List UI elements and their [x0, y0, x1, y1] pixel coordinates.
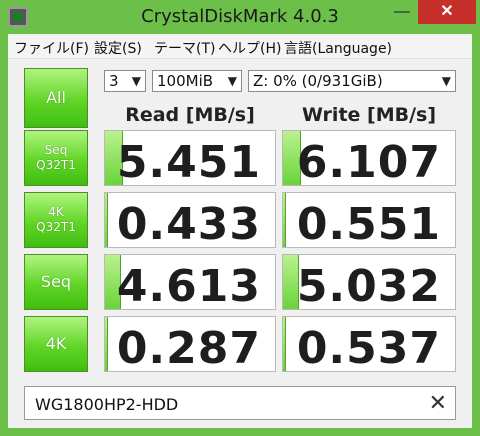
result-write-4k: 0.537	[282, 316, 456, 372]
size-value: 100MiB	[157, 72, 214, 90]
result-read-seq: 4.613	[104, 254, 276, 310]
run-all-button[interactable]: All	[24, 68, 88, 128]
menu-file[interactable]: ファイル(F)	[14, 38, 89, 58]
menu-language[interactable]: 言語(Language)	[284, 38, 392, 58]
menu-settings[interactable]: 設定(S)	[94, 38, 142, 58]
minimize-button[interactable]: —	[386, 0, 418, 24]
read-value: 4.613	[116, 261, 261, 310]
drive-value: Z: 0% (0/931GiB)	[253, 72, 383, 90]
read-progress-bar	[105, 317, 108, 371]
chevron-down-icon: ▼	[227, 74, 237, 88]
test-label-line1: 4K	[45, 334, 67, 353]
test-label-line2: Q32T1	[36, 158, 76, 172]
chevron-down-icon: ▼	[441, 74, 451, 88]
runs-select[interactable]: 3 ▼	[104, 70, 146, 92]
result-read-4k-q32t1: 0.433	[104, 192, 276, 248]
run-all-label: All	[46, 88, 66, 107]
write-value: 0.551	[296, 199, 441, 248]
result-read-4k: 0.287	[104, 316, 276, 372]
test-label-line1: 4K	[48, 205, 64, 219]
menu-help[interactable]: ヘルプ(H)	[218, 38, 281, 58]
write-header: Write [MB/s]	[301, 104, 437, 126]
result-read-seq-q32t1: 5.451	[104, 130, 276, 186]
drive-select[interactable]: Z: 0% (0/931GiB) ▼	[248, 70, 456, 92]
close-button[interactable]: ✕	[418, 0, 476, 24]
app-window: CrystalDiskMark 4.0.3 — ✕ ファイル(F) 設定(S) …	[0, 0, 480, 436]
test-label-line2: Q32T1	[36, 220, 76, 234]
title-bar[interactable]: CrystalDiskMark 4.0.3 — ✕	[0, 0, 480, 34]
read-progress-bar	[105, 193, 108, 247]
test-seq-button[interactable]: Seq	[24, 254, 88, 310]
chevron-down-icon: ▼	[131, 74, 141, 88]
test-seq-q32t1-button[interactable]: Seq Q32T1	[24, 130, 88, 186]
result-write-4k-q32t1: 0.551	[282, 192, 456, 248]
read-header: Read [MB/s]	[125, 104, 255, 126]
result-write-seq: 5.032	[282, 254, 456, 310]
main-panel: ファイル(F) 設定(S) テーマ(T) ヘルプ(H) 言語(Language)…	[8, 34, 472, 428]
read-value: 5.451	[116, 137, 261, 186]
test-4k-button[interactable]: 4K	[24, 316, 88, 372]
menu-theme[interactable]: テーマ(T)	[154, 38, 215, 58]
test-4k-q32t1-button[interactable]: 4K Q32T1	[24, 192, 88, 248]
result-write-seq-q32t1: 6.107	[282, 130, 456, 186]
read-value: 0.287	[116, 323, 261, 372]
menu-bar: ファイル(F) 設定(S) テーマ(T) ヘルプ(H) 言語(Language)	[8, 34, 472, 59]
read-value: 0.433	[116, 199, 261, 248]
write-progress-bar	[283, 317, 286, 371]
write-progress-bar	[283, 193, 286, 247]
comment-text: WG1800HP2-HDD	[35, 395, 179, 414]
write-value: 6.107	[296, 137, 441, 186]
clear-comment-icon[interactable]: ✕	[429, 390, 447, 416]
size-select[interactable]: 100MiB ▼	[152, 70, 242, 92]
comment-field[interactable]: WG1800HP2-HDD ✕	[24, 386, 456, 420]
test-label-line1: Seq	[44, 143, 68, 157]
write-value: 0.537	[296, 323, 441, 372]
runs-value: 3	[109, 72, 119, 90]
write-value: 5.032	[296, 261, 441, 310]
test-label-line1: Seq	[40, 272, 72, 291]
